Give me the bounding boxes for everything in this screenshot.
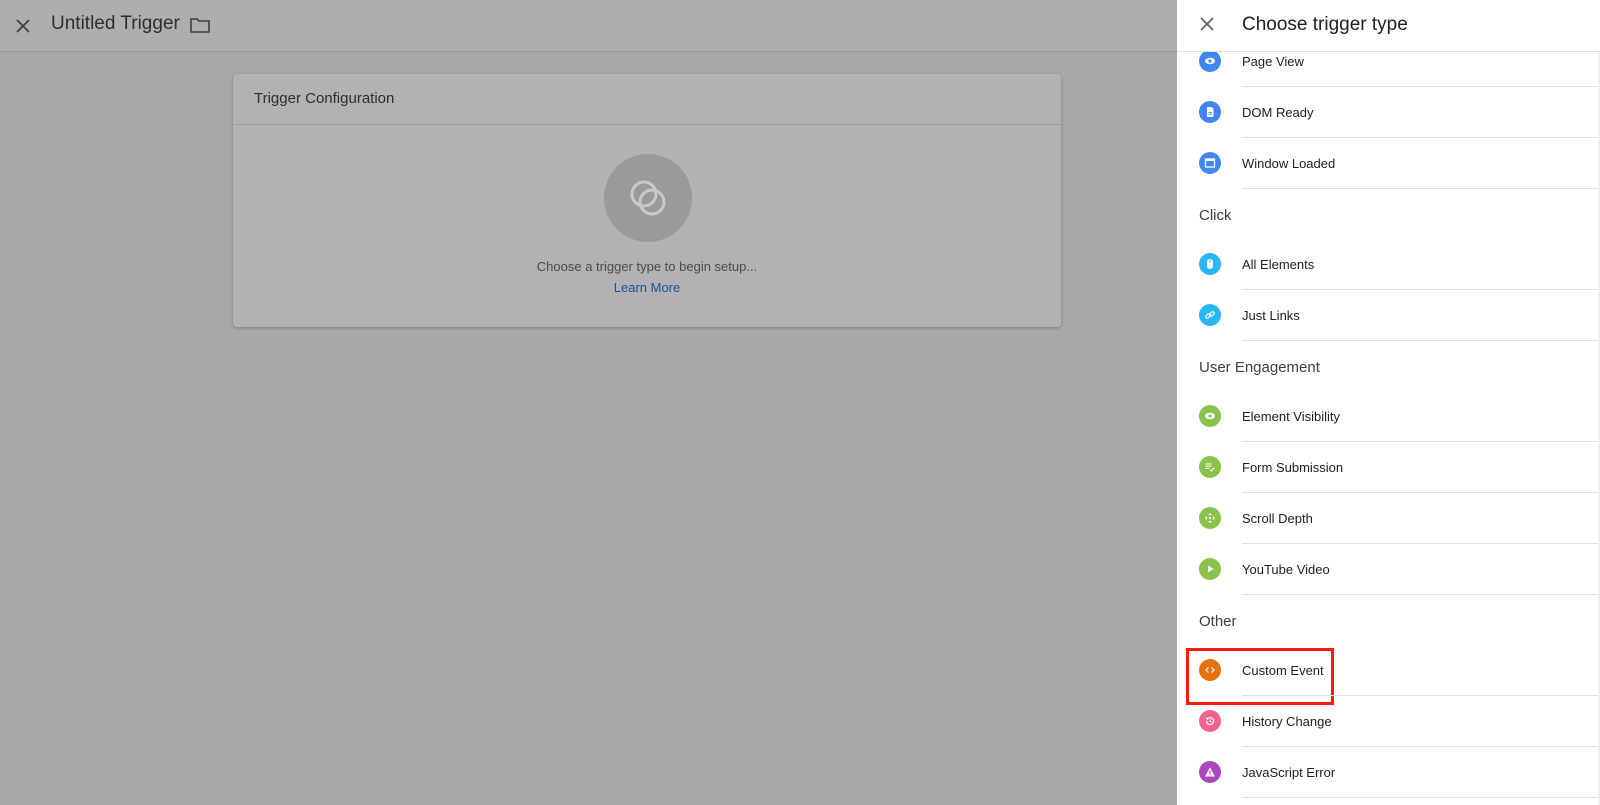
item-label: All Elements: [1242, 257, 1315, 272]
trigger-name[interactable]: Untitled Trigger: [51, 13, 180, 35]
item-label: History Change: [1242, 714, 1332, 729]
section-other: Other: [1199, 613, 1237, 630]
document-icon: [1199, 101, 1221, 123]
form-check-icon: [1199, 456, 1221, 478]
close-icon[interactable]: [1194, 11, 1220, 37]
trigger-type-history-change[interactable]: History Change: [1177, 696, 1600, 747]
section-user-engagement: User Engagement: [1199, 359, 1320, 376]
close-icon[interactable]: [10, 13, 36, 39]
mouse-icon: [1199, 253, 1221, 275]
divider: [1242, 594, 1600, 595]
trigger-type-window-loaded[interactable]: Window Loaded: [1177, 138, 1600, 189]
link-icon: [1199, 304, 1221, 326]
eye-icon: [1199, 405, 1221, 427]
trigger-type-element-visibility[interactable]: Element Visibility: [1177, 391, 1600, 442]
item-label: Custom Event: [1242, 663, 1324, 678]
trigger-type-javascript-error[interactable]: JavaScript Error: [1177, 747, 1600, 798]
learn-more-link[interactable]: Learn More: [233, 280, 1061, 295]
trigger-type-all-elements[interactable]: All Elements: [1177, 239, 1600, 290]
item-label: Form Submission: [1242, 460, 1344, 475]
trigger-circles-icon[interactable]: [604, 154, 692, 242]
code-icon: [1199, 659, 1221, 681]
warning-icon: [1199, 761, 1221, 783]
trigger-type-dom-ready[interactable]: DOM Ready: [1177, 87, 1600, 138]
item-label: Scroll Depth: [1242, 511, 1313, 526]
trigger-type-custom-event[interactable]: Custom Event: [1177, 645, 1600, 705]
panel-header: Choose trigger type: [1177, 0, 1600, 52]
item-label: Window Loaded: [1242, 156, 1336, 171]
item-label: DOM Ready: [1242, 105, 1314, 120]
item-label: JavaScript Error: [1242, 765, 1336, 780]
history-icon: [1199, 710, 1221, 732]
play-icon: [1199, 558, 1221, 580]
trigger-configuration-card: Trigger Configuration Choose a trigger t…: [233, 74, 1061, 327]
window-icon: [1199, 152, 1221, 174]
top-bar: Untitled Trigger: [0, 0, 1177, 52]
setup-hint: Choose a trigger type to begin setup...: [536, 259, 758, 274]
divider: [233, 124, 1061, 125]
choose-trigger-type-panel: Choose trigger type Page View DOM Ready …: [1177, 0, 1600, 805]
section-click: Click: [1199, 207, 1232, 224]
divider: [1242, 797, 1600, 798]
divider: [1242, 340, 1600, 341]
card-title: Trigger Configuration: [254, 90, 395, 107]
item-label: Element Visibility: [1242, 409, 1341, 424]
item-label: YouTube Video: [1242, 562, 1330, 577]
trigger-type-list: Page View DOM Ready Window Loaded Click …: [1177, 36, 1600, 798]
trigger-type-form-submission[interactable]: Form Submission: [1177, 442, 1600, 493]
trigger-type-youtube-video[interactable]: YouTube Video: [1177, 544, 1600, 595]
trigger-type-just-links[interactable]: Just Links: [1177, 290, 1600, 341]
item-label: Just Links: [1242, 308, 1300, 323]
move-arrows-icon: [1199, 507, 1221, 529]
folder-icon[interactable]: [188, 13, 212, 37]
eye-icon: [1199, 50, 1221, 72]
item-label: Page View: [1242, 54, 1304, 69]
trigger-type-scroll-depth[interactable]: Scroll Depth: [1177, 493, 1600, 544]
panel-title: Choose trigger type: [1242, 14, 1408, 35]
divider: [1242, 188, 1600, 189]
